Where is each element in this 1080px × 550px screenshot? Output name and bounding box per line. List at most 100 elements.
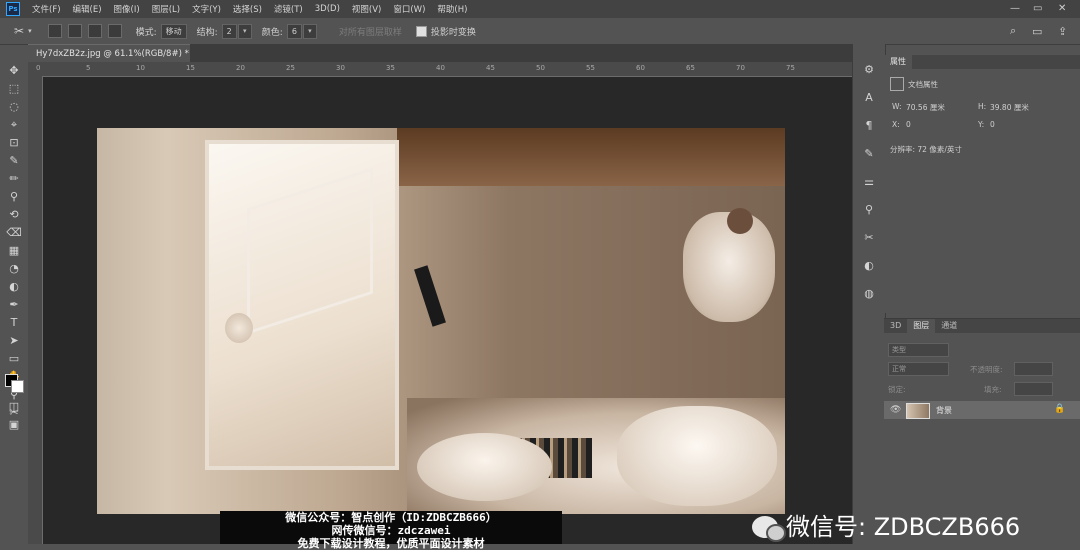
structure-input[interactable]: 2 xyxy=(221,23,237,39)
brush-panel-icon[interactable]: ✎ xyxy=(853,140,885,168)
dodge-icon[interactable]: ◐ xyxy=(0,278,28,296)
ruler-tick-label: 10 xyxy=(136,64,145,72)
layer-row-background[interactable]: 👁 背景 🔒 xyxy=(884,401,1080,419)
add-selection-icon[interactable] xyxy=(67,24,82,38)
path-select-icon[interactable]: ➤ xyxy=(0,332,28,350)
menu-select[interactable]: 选择(S) xyxy=(233,3,262,15)
menu-filter[interactable]: 滤镜(T) xyxy=(274,3,303,15)
styles-panel-icon[interactable]: ◍ xyxy=(853,280,885,308)
pen-icon[interactable]: ✒ xyxy=(0,296,28,314)
subtract-selection-icon[interactable] xyxy=(87,24,102,38)
structure-stepper[interactable]: ▾ xyxy=(237,23,252,39)
share-icon[interactable]: ⇪ xyxy=(1058,25,1067,38)
navigator-panel-icon[interactable]: ◐ xyxy=(853,252,885,280)
background-color-swatch[interactable] xyxy=(11,380,24,393)
blend-mode-select[interactable]: 正常 xyxy=(888,362,949,376)
history-brush-icon[interactable]: ⟲ xyxy=(0,206,28,224)
marquee-icon[interactable]: ⬚ xyxy=(0,80,28,98)
y-value[interactable]: 0 xyxy=(990,120,995,129)
ruler-tick-label: 20 xyxy=(236,64,245,72)
history-panel-icon[interactable]: ⚙ xyxy=(853,56,885,84)
color-stepper[interactable]: ▾ xyxy=(302,23,317,39)
ruler-tick-label: 25 xyxy=(286,64,295,72)
tool-preset-chevron-icon[interactable]: ▾ xyxy=(28,27,32,35)
opacity-label: 不透明度: xyxy=(970,365,1003,374)
ruler-tick-label: 50 xyxy=(536,64,545,72)
ruler-tick-label: 40 xyxy=(436,64,445,72)
mode-select[interactable]: 移动 xyxy=(160,23,187,39)
new-selection-icon[interactable] xyxy=(47,24,62,38)
x-label: X: xyxy=(892,120,900,129)
fill-label: 填充: xyxy=(984,385,1002,394)
menu-layer[interactable]: 图层(L) xyxy=(152,3,180,15)
gradient-icon[interactable]: ▦ xyxy=(0,242,28,260)
restore-button[interactable]: ▭ xyxy=(1033,3,1042,14)
visibility-eye-icon[interactable]: 👁 xyxy=(890,405,901,415)
minimize-button[interactable]: — xyxy=(1010,3,1020,14)
layer-filter-select[interactable]: 类型 xyxy=(888,343,949,357)
image-pillow-right xyxy=(617,406,777,506)
structure-label: 结构: xyxy=(196,27,218,38)
menu-view[interactable]: 视图(V) xyxy=(352,3,381,15)
menu-help[interactable]: 帮助(H) xyxy=(437,3,467,15)
quick-mask-icon[interactable]: ◫ xyxy=(0,398,28,416)
workspace-icon[interactable]: ▭ xyxy=(1032,25,1042,38)
type-icon[interactable]: T xyxy=(0,314,28,332)
menu-window[interactable]: 窗口(W) xyxy=(393,3,425,15)
shape-icon[interactable]: ▭ xyxy=(0,350,28,368)
stamp-icon[interactable]: ⚲ xyxy=(0,188,28,206)
intersect-selection-icon[interactable] xyxy=(107,24,122,38)
ruler-tick-label: 65 xyxy=(686,64,695,72)
menu-bar: Ps 文件(F) 编辑(E) 图像(I) 图层(L) 文字(Y) 选择(S) 滤… xyxy=(0,0,1080,18)
document-image[interactable] xyxy=(97,128,785,514)
lock-icon[interactable]: 🔒 xyxy=(1054,404,1065,414)
x-value[interactable]: 0 xyxy=(906,120,911,129)
menu-image[interactable]: 图像(I) xyxy=(114,3,140,15)
search-icon[interactable]: ⌕ xyxy=(1010,24,1016,38)
paragraph-panel-icon[interactable]: ¶ xyxy=(853,112,885,140)
crop-icon[interactable]: ⊡ xyxy=(0,134,28,152)
layer-name[interactable]: 背景 xyxy=(936,405,952,416)
move-icon[interactable]: ✥ xyxy=(0,62,28,80)
height-value[interactable]: 39.80 厘米 xyxy=(990,102,1029,113)
transform-on-drop-checkbox[interactable] xyxy=(415,25,427,37)
image-phone xyxy=(414,265,446,327)
document-title: Hy7dxZB2z.jpg @ 61.1%(RGB/8#) * xyxy=(36,49,189,59)
y-label: Y: xyxy=(978,120,985,129)
tab-3d[interactable]: 3D xyxy=(884,319,907,333)
blur-icon[interactable]: ◔ xyxy=(0,260,28,278)
menu-file[interactable]: 文件(F) xyxy=(32,3,61,15)
screen-mode-icon[interactable]: ▣ xyxy=(0,416,28,434)
character-panel-icon[interactable]: A xyxy=(853,84,885,112)
adjustments-panel-icon[interactable]: ⚌ xyxy=(853,168,885,196)
tab-properties[interactable]: 属性 xyxy=(884,55,912,69)
menu-type[interactable]: 文字(Y) xyxy=(192,3,221,15)
menu-3d[interactable]: 3D(D) xyxy=(315,4,340,14)
content-aware-move-tool-icon[interactable]: ✂ xyxy=(14,24,24,38)
tab-channels[interactable]: 通道 xyxy=(935,319,963,333)
properties-panel: 属性 文档属性 W: 70.56 厘米 H: 39.80 厘米 X: 0 Y: … xyxy=(884,55,1080,313)
sample-all-layers-option[interactable]: 对所有图层取样 xyxy=(339,25,402,38)
brush-icon[interactable]: ✏ xyxy=(0,170,28,188)
color-input[interactable]: 6 xyxy=(286,23,302,39)
opacity-input[interactable] xyxy=(1014,362,1053,376)
eyedropper-icon[interactable]: ✎ xyxy=(0,152,28,170)
quick-select-icon[interactable]: ⌖ xyxy=(0,116,28,134)
lock-label: 锁定: xyxy=(888,385,906,394)
ruler-tick-label: 75 xyxy=(786,64,795,72)
close-window-button[interactable]: ✕ xyxy=(1058,3,1066,14)
image-ceiling xyxy=(397,128,785,186)
properties-tab-bar: 属性 xyxy=(884,55,1080,69)
tool-presets-panel-icon[interactable]: ✂ xyxy=(853,224,885,252)
tab-strip xyxy=(190,44,852,62)
wechat-icon xyxy=(752,516,786,542)
ruler-horizontal: 0 5 10 15 20 25 30 35 40 45 50 55 60 65 70 75 xyxy=(28,62,852,77)
clone-source-panel-icon[interactable]: ⚲ xyxy=(853,196,885,224)
fill-input[interactable] xyxy=(1014,382,1053,396)
width-value[interactable]: 70.56 厘米 xyxy=(906,102,945,113)
tab-layers[interactable]: 图层 xyxy=(907,319,936,333)
lasso-icon[interactable]: ◌ xyxy=(0,98,28,116)
document-tab[interactable]: Hy7dxZB2z.jpg @ 61.1%(RGB/8#) * × xyxy=(28,44,202,63)
eraser-icon[interactable]: ⌫ xyxy=(0,224,28,242)
menu-edit[interactable]: 编辑(E) xyxy=(73,3,102,15)
